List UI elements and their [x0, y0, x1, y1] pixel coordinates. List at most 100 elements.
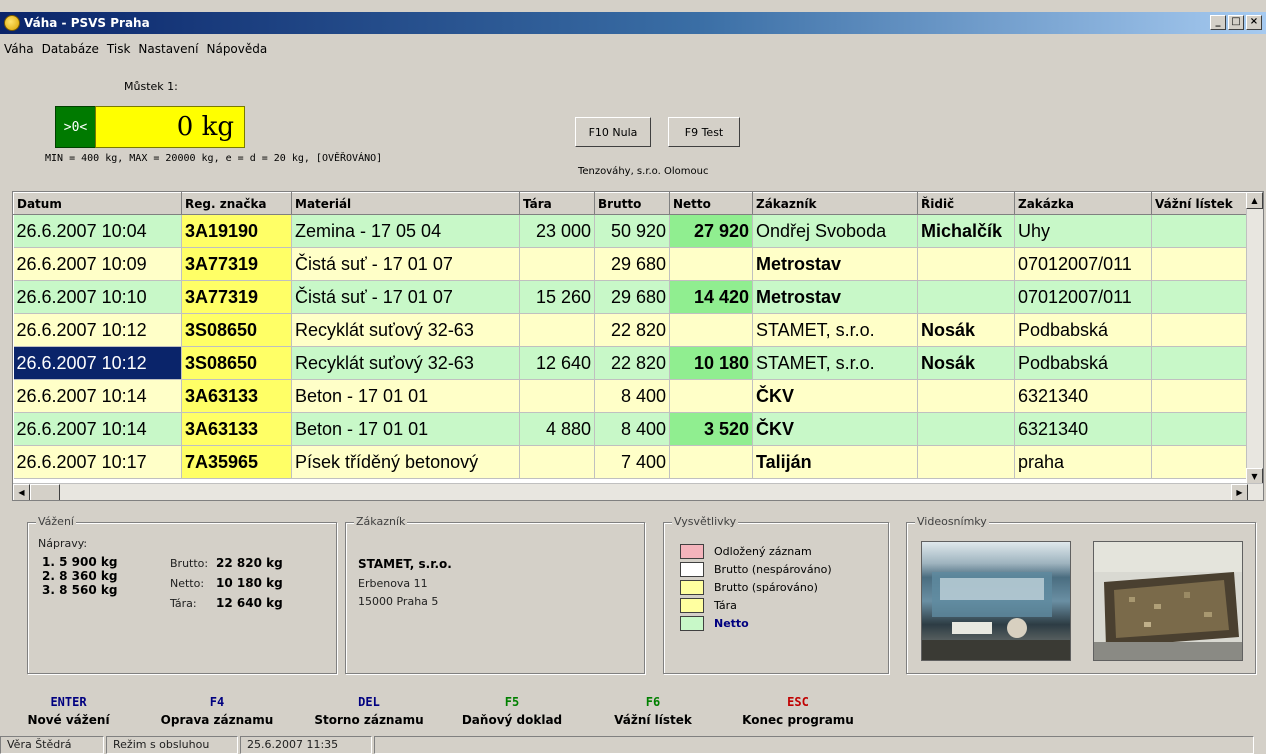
cell-listek[interactable]: [1151, 346, 1249, 380]
cell-ridic[interactable]: [917, 280, 1015, 314]
cell-tara[interactable]: 15 260: [519, 280, 595, 314]
menu-napoveda[interactable]: Nápověda: [202, 42, 271, 62]
scroll-thumb[interactable]: [30, 484, 60, 500]
cell-zakaznik[interactable]: STAMET, s.r.o.: [752, 313, 918, 347]
table-row[interactable]: 26.6.2007 10:10 3A77319 Čistá suť - 17 01 …: [13, 280, 1249, 314]
table-row[interactable]: 26.6.2007 10:09 3A77319 Čistá suť - 17 01 …: [13, 247, 1249, 281]
menu-databaze[interactable]: Databáze: [38, 42, 103, 62]
cell-brutto[interactable]: 22 820: [594, 346, 670, 380]
scroll-left-icon[interactable]: ◀: [13, 484, 30, 500]
cell-datum[interactable]: 26.6.2007 10:17: [13, 445, 182, 479]
exit-program-button[interactable]: ESC Konec programu: [723, 685, 873, 733]
cell-material[interactable]: Čistá suť - 17 01 07: [291, 247, 520, 281]
cell-listek[interactable]: [1151, 280, 1249, 314]
col-zakazka[interactable]: Zakázka: [1014, 192, 1152, 215]
cell-netto[interactable]: [669, 379, 753, 413]
cell-material[interactable]: Čistá suť - 17 01 07: [291, 280, 520, 314]
cell-material[interactable]: Písek tříděný betonový: [291, 445, 520, 479]
vertical-scrollbar[interactable]: ▲ ▼: [1246, 192, 1263, 485]
cell-datum[interactable]: 26.6.2007 10:04: [13, 214, 182, 248]
cell-netto[interactable]: [669, 313, 753, 347]
cell-listek[interactable]: [1151, 445, 1249, 479]
cell-zakaznik[interactable]: Metrostav: [752, 280, 918, 314]
cell-netto[interactable]: [669, 445, 753, 479]
cell-ridic[interactable]: [917, 247, 1015, 281]
cell-zakaznik[interactable]: ČKV: [752, 412, 918, 446]
cell-brutto[interactable]: 22 820: [594, 313, 670, 347]
tax-document-button[interactable]: F5 Daňový doklad: [441, 685, 583, 733]
cell-reg[interactable]: 3A63133: [181, 379, 292, 413]
cell-brutto[interactable]: 29 680: [594, 280, 670, 314]
cell-zakaznik[interactable]: ČKV: [752, 379, 918, 413]
cell-zakaznik[interactable]: STAMET, s.r.o.: [752, 346, 918, 380]
cell-material[interactable]: Zemina - 17 05 04: [291, 214, 520, 248]
cell-material[interactable]: Beton - 17 01 01: [291, 412, 520, 446]
cell-reg[interactable]: 7A35965: [181, 445, 292, 479]
maximize-button[interactable]: □: [1228, 15, 1244, 30]
close-button[interactable]: ×: [1246, 15, 1262, 30]
table-row[interactable]: 26.6.2007 10:12 3S08650 Recyklát suťový 32…: [13, 346, 1249, 380]
cell-zakazka[interactable]: 07012007/011: [1014, 247, 1152, 281]
cell-material[interactable]: Recyklát suťový 32-63: [291, 313, 520, 347]
cell-brutto[interactable]: 8 400: [594, 412, 670, 446]
cell-zakaznik[interactable]: Ondřej Svoboda: [752, 214, 918, 248]
table-row[interactable]: 26.6.2007 10:04 3A19190 Zemina - 17 05 04 2…: [13, 214, 1249, 248]
cell-listek[interactable]: [1151, 214, 1249, 248]
col-zakaznik[interactable]: Zákazník: [752, 192, 918, 215]
cell-tara[interactable]: [519, 379, 595, 413]
cancel-record-button[interactable]: DEL Storno záznamu: [297, 685, 441, 733]
cell-datum[interactable]: 26.6.2007 10:09: [13, 247, 182, 281]
cell-zakazka[interactable]: 6321340: [1014, 379, 1152, 413]
cell-zakazka[interactable]: praha: [1014, 445, 1152, 479]
cell-brutto[interactable]: 8 400: [594, 379, 670, 413]
cell-tara[interactable]: [519, 247, 595, 281]
cell-zakazka[interactable]: 6321340: [1014, 412, 1152, 446]
menu-tisk[interactable]: Tisk: [103, 42, 135, 62]
cell-datum[interactable]: 26.6.2007 10:14: [13, 379, 182, 413]
cell-reg[interactable]: 3S08650: [181, 313, 292, 347]
test-button[interactable]: F9 Test: [668, 117, 740, 147]
cell-reg[interactable]: 3S08650: [181, 346, 292, 380]
cell-listek[interactable]: [1151, 412, 1249, 446]
cell-netto[interactable]: 14 420: [669, 280, 753, 314]
cell-datum[interactable]: 26.6.2007 10:14: [13, 412, 182, 446]
table-row[interactable]: 26.6.2007 10:14 3A63133 Beton - 17 01 01 8 …: [13, 379, 1249, 413]
cell-ridic[interactable]: [917, 412, 1015, 446]
cell-datum[interactable]: 26.6.2007 10:12: [13, 313, 182, 347]
cell-reg[interactable]: 3A77319: [181, 247, 292, 281]
cell-brutto[interactable]: 29 680: [594, 247, 670, 281]
title-bar[interactable]: Váha - PSVS Praha _ □ ×: [0, 12, 1266, 34]
minimize-button[interactable]: _: [1210, 15, 1226, 30]
col-ridic[interactable]: Řidič: [917, 192, 1015, 215]
cell-reg[interactable]: 3A63133: [181, 412, 292, 446]
horizontal-scrollbar[interactable]: ◀ ▶: [13, 483, 1263, 500]
col-tara[interactable]: Tára: [519, 192, 595, 215]
table-row[interactable]: 26.6.2007 10:17 7A35965 Písek tříděný beto…: [13, 445, 1249, 479]
menu-vaha[interactable]: Váha: [0, 42, 38, 62]
weighing-ticket-button[interactable]: F6 Vážní lístek: [583, 685, 723, 733]
table-row[interactable]: 26.6.2007 10:12 3S08650 Recyklát suťový 32…: [13, 313, 1249, 347]
cell-tara[interactable]: 23 000: [519, 214, 595, 248]
cell-tara[interactable]: 4 880: [519, 412, 595, 446]
edit-record-button[interactable]: F4 Oprava záznamu: [137, 685, 297, 733]
cell-listek[interactable]: [1151, 247, 1249, 281]
menu-nastaveni[interactable]: Nastavení: [134, 42, 202, 62]
scroll-up-icon[interactable]: ▲: [1246, 192, 1263, 209]
zero-button[interactable]: F10 Nula: [575, 117, 651, 147]
cell-tara[interactable]: [519, 313, 595, 347]
cell-ridic[interactable]: [917, 379, 1015, 413]
truck-load-photo[interactable]: [1093, 541, 1243, 661]
cell-zakazka[interactable]: Podbabská: [1014, 313, 1152, 347]
cell-zakaznik[interactable]: Metrostav: [752, 247, 918, 281]
cell-brutto[interactable]: 50 920: [594, 214, 670, 248]
scroll-right-icon[interactable]: ▶: [1231, 484, 1248, 500]
col-listek[interactable]: Vážní lístek: [1151, 192, 1249, 215]
cell-material[interactable]: Beton - 17 01 01: [291, 379, 520, 413]
new-weighing-button[interactable]: ENTER Nové vážení: [0, 685, 137, 733]
cell-zakazka[interactable]: Uhy: [1014, 214, 1152, 248]
cell-datum[interactable]: 26.6.2007 10:10: [13, 280, 182, 314]
cell-tara[interactable]: [519, 445, 595, 479]
cell-netto[interactable]: 3 520: [669, 412, 753, 446]
cell-reg[interactable]: 3A19190: [181, 214, 292, 248]
cell-zakaznik[interactable]: Taliján: [752, 445, 918, 479]
